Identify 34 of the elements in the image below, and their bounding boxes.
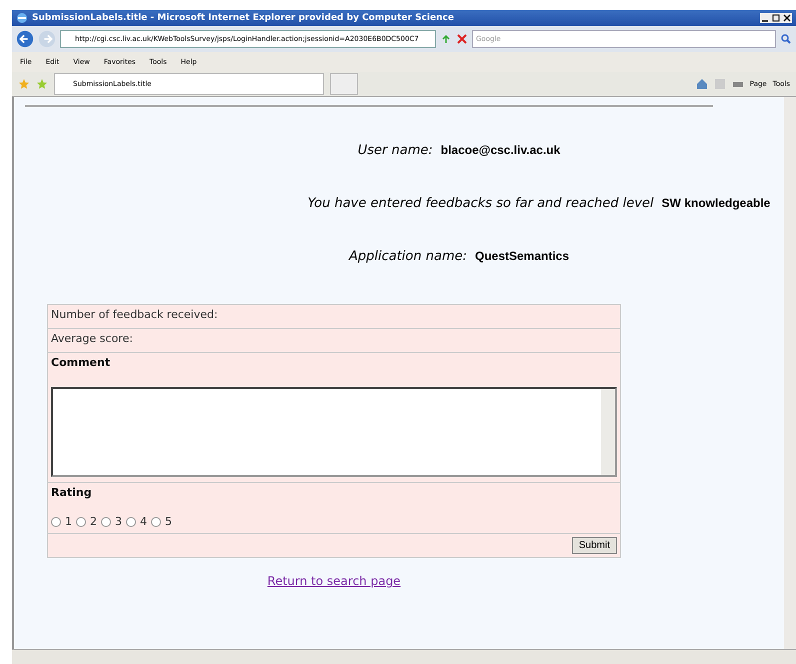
submit-button[interactable]: Submit — [572, 537, 617, 554]
scrollbar[interactable] — [784, 97, 796, 649]
rating-option-label: 3 — [115, 515, 122, 528]
new-tab-button[interactable] — [330, 73, 358, 95]
star-icon[interactable] — [18, 78, 30, 90]
rating-option-label: 2 — [90, 515, 97, 528]
feedback-count-label: Number of feedback received: — [51, 308, 218, 321]
rating-label: Rating — [51, 486, 93, 499]
maximize-icon[interactable] — [771, 13, 781, 23]
stop-icon[interactable] — [456, 33, 468, 45]
rating-radio[interactable] — [151, 516, 161, 526]
add-favorite-icon[interactable] — [36, 78, 48, 90]
rating-option-label: 5 — [165, 515, 172, 528]
info-label: Application name: — [348, 249, 467, 264]
rating-radio[interactable] — [101, 516, 111, 526]
search-icon[interactable] — [780, 33, 792, 45]
info-label: You have entered feedbacks so far and reached level — [308, 196, 654, 211]
info-label: User name: — [358, 143, 433, 158]
info-value: blacoe@csc.liv.ac.uk — [440, 143, 560, 157]
info-value: SW knowledgeable — [662, 196, 770, 210]
close-icon[interactable] — [782, 13, 792, 23]
rating-radio[interactable] — [51, 516, 61, 526]
back-icon[interactable] — [16, 30, 34, 48]
window-title: SubmissionLabels.title - Microsoft Internet Explorer provided by Computer Science — [32, 13, 455, 23]
average-score-label: Average score: — [51, 332, 133, 345]
return-link[interactable]: Return to search page — [267, 574, 401, 588]
rating-option-label: 4 — [140, 515, 147, 528]
rating-option-label: 1 — [65, 515, 72, 528]
rating-radio[interactable] — [126, 516, 136, 526]
info-value: QuestSemantics — [474, 249, 570, 263]
comment-label: Comment — [51, 356, 112, 369]
home-icon[interactable] — [696, 78, 708, 90]
comment-field[interactable] — [51, 387, 617, 477]
rating-radio[interactable] — [76, 516, 86, 526]
